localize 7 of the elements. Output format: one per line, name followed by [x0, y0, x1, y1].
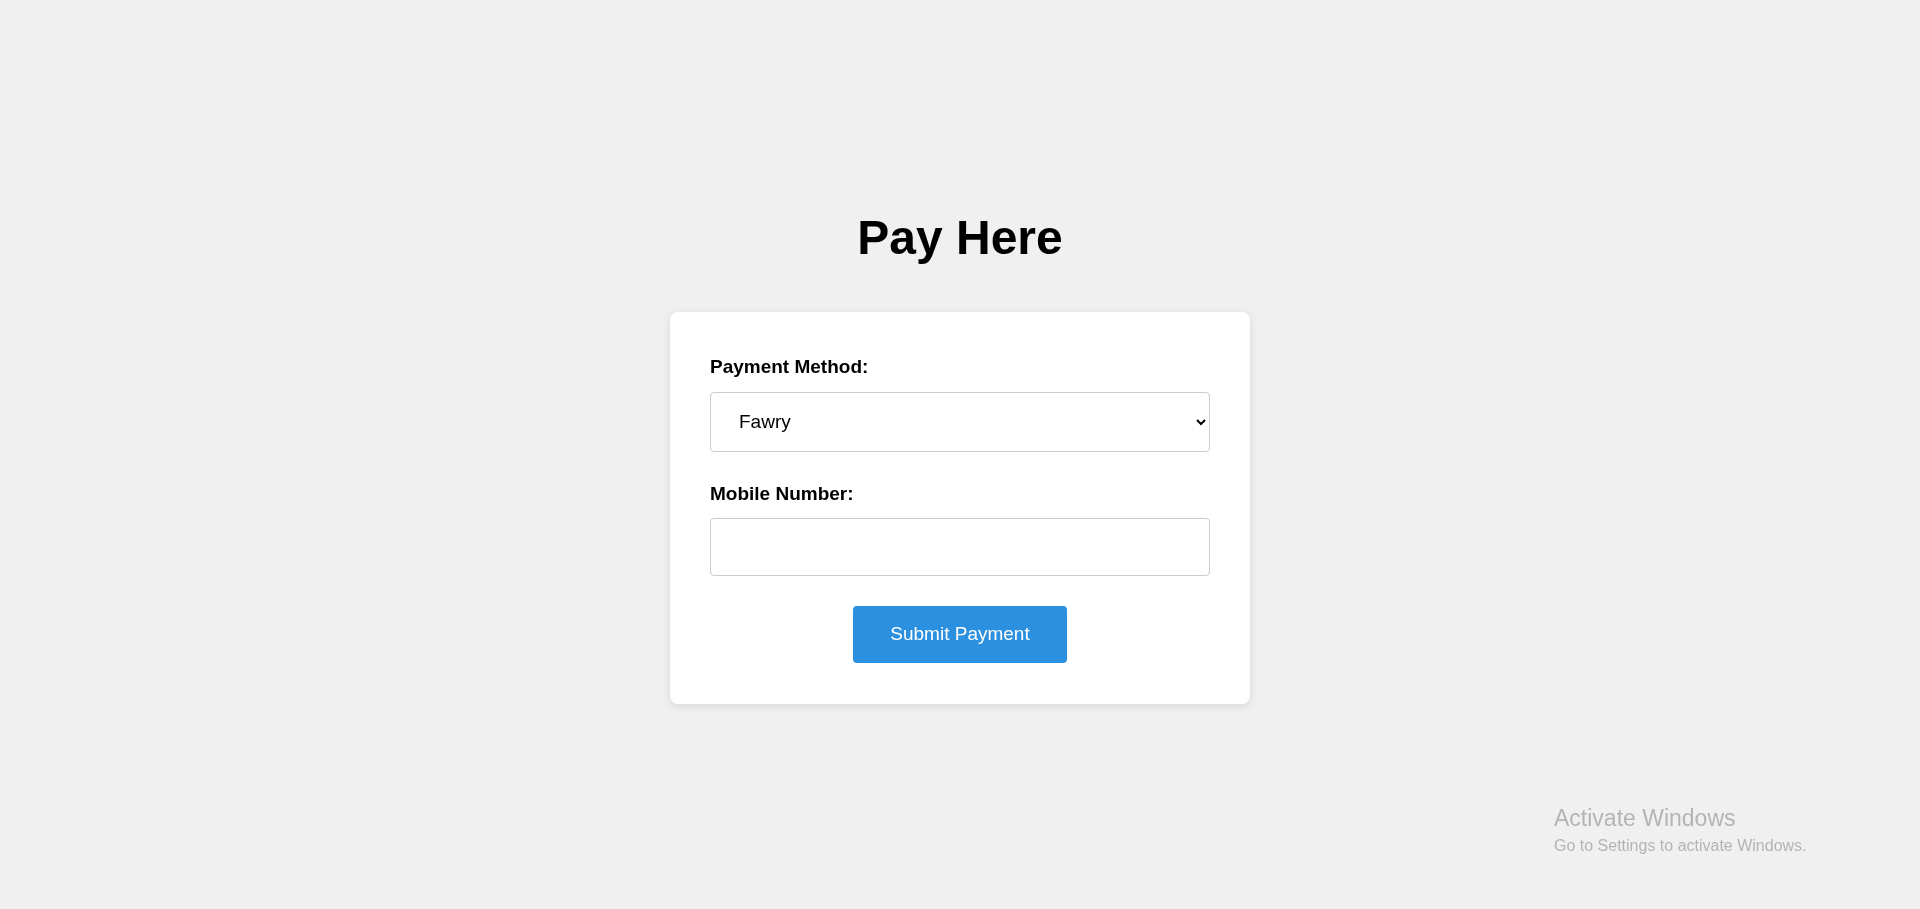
input-field[interactable]: [710, 518, 1210, 576]
payment-method-select[interactable]: Fawry: [710, 391, 1210, 452]
field-label: Payment Method:: [710, 355, 870, 379]
field-label: Mobile Number:: [710, 481, 855, 506]
activation-title: Activate Windows: [1554, 804, 1737, 833]
activation-message: Go to Settings to activate Windows.: [1554, 836, 1807, 856]
page-title: Pay Here: [857, 210, 1063, 266]
